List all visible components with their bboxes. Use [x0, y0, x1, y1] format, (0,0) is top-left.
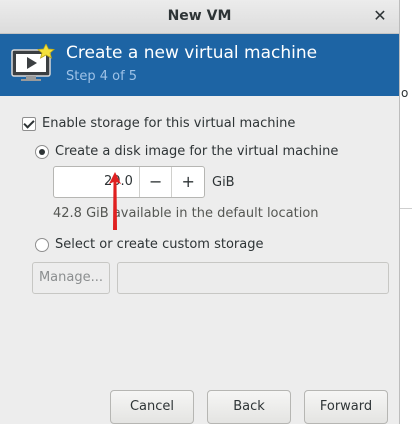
- custom-storage-row[interactable]: Select or create custom storage: [35, 237, 263, 252]
- increment-button[interactable]: +: [171, 167, 204, 197]
- enable-storage-row[interactable]: Enable storage for this virtual machine: [22, 116, 295, 131]
- virtual-machine-icon: [11, 44, 55, 81]
- forward-button[interactable]: Forward: [304, 390, 388, 424]
- custom-storage-radio[interactable]: [35, 237, 49, 252]
- available-space-text: 42.8 GiB available in the default locati…: [53, 206, 319, 221]
- disk-size-unit: GiB: [212, 175, 235, 190]
- decrement-button[interactable]: −: [138, 167, 172, 197]
- wizard-header: Create a new virtual machine Step 4 of 5: [0, 34, 399, 96]
- create-disk-radio[interactable]: [35, 144, 49, 159]
- background-divider: [399, 208, 412, 209]
- disk-size-spinner[interactable]: 20.0 − +: [53, 166, 205, 198]
- manage-button[interactable]: Manage...: [32, 262, 110, 294]
- window-title: New VM: [167, 8, 232, 24]
- wizard-step: Step 4 of 5: [66, 69, 138, 84]
- annotation-arrow-icon: [109, 172, 121, 230]
- custom-storage-label: Select or create custom storage: [55, 237, 264, 252]
- custom-storage-path-field[interactable]: [117, 262, 389, 294]
- back-button[interactable]: Back: [207, 390, 291, 424]
- cancel-button[interactable]: Cancel: [110, 390, 194, 424]
- titlebar: New VM ✕: [0, 0, 399, 34]
- disk-size-input[interactable]: 20.0: [54, 167, 139, 197]
- enable-storage-checkbox[interactable]: [22, 116, 36, 131]
- background-text: o: [401, 86, 409, 100]
- background-window: [399, 0, 412, 424]
- new-vm-dialog: New VM ✕ Create a new virtual machine St…: [0, 0, 400, 424]
- create-disk-label: Create a disk image for the virtual mach…: [55, 144, 339, 159]
- close-icon[interactable]: ✕: [371, 7, 389, 25]
- wizard-title: Create a new virtual machine: [66, 43, 318, 63]
- create-disk-row[interactable]: Create a disk image for the virtual mach…: [35, 144, 338, 159]
- enable-storage-label: Enable storage for this virtual machine: [42, 116, 296, 131]
